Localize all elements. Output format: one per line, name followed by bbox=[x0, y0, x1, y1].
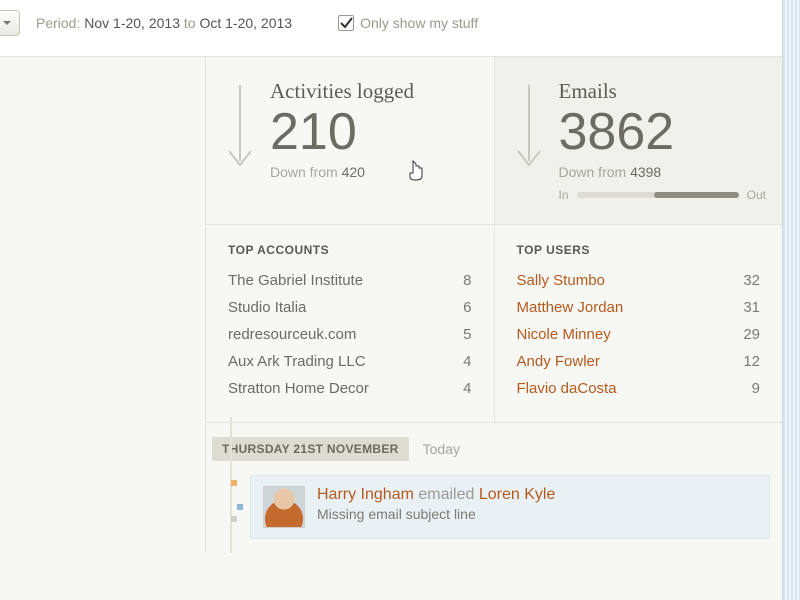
out-label: Out bbox=[747, 188, 766, 202]
trend-down-icon bbox=[222, 79, 258, 202]
activities-sub: Down from 420 bbox=[270, 164, 414, 180]
activities-value: 210 bbox=[270, 106, 414, 158]
period-to: Oct 1-20, 2013 bbox=[199, 15, 292, 31]
in-out-row: In Out bbox=[559, 188, 767, 202]
activities-sub-prefix: Down from bbox=[270, 164, 342, 180]
today-label: Today bbox=[423, 441, 460, 457]
list-item[interactable]: Matthew Jordan31 bbox=[517, 294, 761, 321]
emails-card[interactable]: Emails 3862 Down from 4398 In Out bbox=[494, 57, 783, 224]
checkbox-icon bbox=[338, 15, 354, 31]
list-item[interactable]: The Gabriel Institute8 bbox=[228, 267, 472, 294]
period-text: Period: Nov 1-20, 2013 to Oct 1-20, 2013 bbox=[36, 15, 292, 31]
only-my-stuff-label: Only show my stuff bbox=[360, 15, 478, 31]
timeline: THURSDAY 21ST NOVEMBER Today Harry Ingha… bbox=[206, 423, 782, 553]
timeline-event[interactable]: Harry Ingham emailed Loren Kyle Missing … bbox=[250, 475, 770, 539]
emails-title: Emails bbox=[559, 79, 767, 104]
emails-card-body: Emails 3862 Down from 4398 In Out bbox=[559, 79, 767, 202]
summary-cards: Activities logged 210 Down from 420 Emai… bbox=[206, 57, 782, 225]
list-item[interactable]: Stratton Home Decor4 bbox=[228, 375, 472, 402]
event-subject: Missing email subject line bbox=[317, 506, 555, 522]
only-my-stuff-toggle[interactable]: Only show my stuff bbox=[338, 15, 478, 31]
window-right-edge bbox=[782, 0, 800, 600]
event-target[interactable]: Loren Kyle bbox=[479, 486, 556, 503]
period-label: Period: bbox=[36, 15, 80, 31]
period-from: Nov 1-20, 2013 bbox=[84, 15, 180, 31]
avatar bbox=[263, 486, 305, 528]
main: Activities logged 210 Down from 420 Emai… bbox=[205, 57, 782, 553]
top-accounts: TOP ACCOUNTS The Gabriel Institute8 Stud… bbox=[206, 225, 494, 422]
top-users-title: TOP USERS bbox=[517, 243, 761, 257]
topbar: Period: Nov 1-20, 2013 to Oct 1-20, 2013… bbox=[0, 0, 782, 57]
list-item[interactable]: Aux Ark Trading LLC4 bbox=[228, 348, 472, 375]
event-markers-icon bbox=[231, 480, 243, 526]
period-dropdown[interactable] bbox=[0, 10, 20, 36]
event-verb: emailed bbox=[414, 486, 479, 503]
lists: TOP ACCOUNTS The Gabriel Institute8 Stud… bbox=[206, 225, 782, 423]
period-to-word: to bbox=[184, 15, 196, 31]
list-item[interactable]: Flavio daCosta9 bbox=[517, 375, 761, 402]
event-text: Harry Ingham emailed Loren Kyle Missing … bbox=[317, 486, 555, 522]
chevron-down-icon bbox=[2, 18, 12, 28]
trend-down-icon bbox=[511, 79, 547, 202]
list-item[interactable]: redresourceuk.com5 bbox=[228, 321, 472, 348]
activities-card-body: Activities logged 210 Down from 420 bbox=[270, 79, 414, 202]
activities-card[interactable]: Activities logged 210 Down from 420 bbox=[206, 57, 494, 224]
emails-value: 3862 bbox=[559, 106, 767, 158]
top-users: TOP USERS Sally Stumbo32 Matthew Jordan3… bbox=[494, 225, 783, 422]
emails-sub-value: 4398 bbox=[630, 164, 661, 180]
list-item[interactable]: Andy Fowler12 bbox=[517, 348, 761, 375]
date-chip: THURSDAY 21ST NOVEMBER bbox=[212, 437, 409, 461]
in-label: In bbox=[559, 188, 569, 202]
activities-title: Activities logged bbox=[270, 79, 414, 104]
emails-sub: Down from 4398 bbox=[559, 164, 767, 180]
timeline-date-row: THURSDAY 21ST NOVEMBER Today bbox=[212, 437, 782, 461]
activities-sub-value: 420 bbox=[342, 164, 365, 180]
list-item[interactable]: Nicole Minney29 bbox=[517, 321, 761, 348]
event-actor[interactable]: Harry Ingham bbox=[317, 486, 414, 503]
list-item[interactable]: Sally Stumbo32 bbox=[517, 267, 761, 294]
list-item[interactable]: Studio Italia6 bbox=[228, 294, 472, 321]
emails-sub-prefix: Down from bbox=[559, 164, 631, 180]
top-accounts-title: TOP ACCOUNTS bbox=[228, 243, 472, 257]
in-out-bar bbox=[577, 192, 739, 198]
